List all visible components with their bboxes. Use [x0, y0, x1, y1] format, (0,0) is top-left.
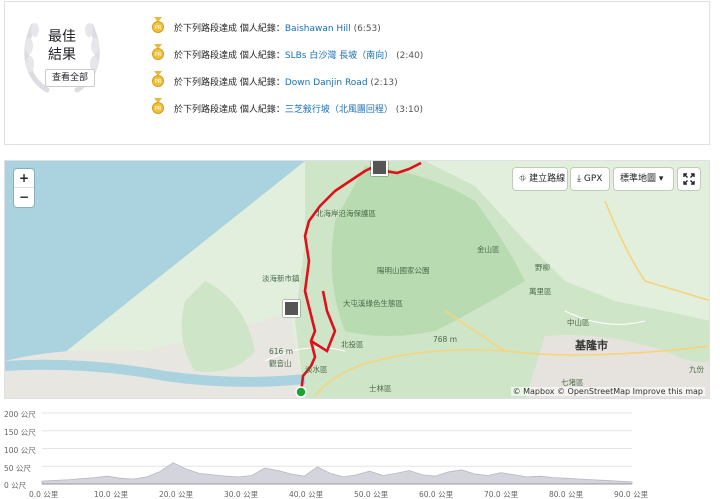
best-efforts-title-line1: 最佳	[48, 29, 76, 45]
map-place-label: 陽明山國家公園	[377, 266, 430, 275]
pr-medal-icon: PR	[152, 44, 164, 60]
zoom-in-button[interactable]: +	[14, 169, 34, 188]
elevation-y-label: 150 公尺	[4, 428, 36, 437]
map-place-label: 金山區	[477, 245, 500, 254]
map-attribution-link[interactable]: © Mapbox © OpenStreetMap Improve this ma…	[510, 387, 705, 396]
elevation-x-label: 50.0 公里	[354, 490, 389, 499]
elevation-x-label: 40.0 公里	[289, 490, 324, 499]
pr-time: (6:53)	[353, 24, 381, 34]
chevron-down-icon: ▾	[658, 174, 664, 184]
elevation-x-label: 30.0 公里	[224, 490, 259, 499]
pr-prefix: 於下列路段達成 個人紀錄：	[174, 105, 285, 115]
elevation-y-label: 50 公尺	[4, 464, 31, 473]
svg-text:PR: PR	[155, 79, 162, 85]
map-place-label: 淡海新市鎮	[262, 274, 300, 283]
map-place-label: 基隆市	[575, 339, 608, 352]
route-map[interactable]: 北海岸沿海保護區 金山區 野柳 萬里區 淡海新市鎮 陽明山國家公園 大屯溪綠色生…	[4, 160, 710, 399]
map-place-label: 北海岸沿海保護區	[316, 209, 376, 218]
download-icon: ⤓	[577, 174, 581, 184]
pr-segment-link[interactable]: Down Danjin Road	[285, 78, 368, 88]
map-style-select[interactable]: 標準地圖 ▾	[614, 168, 673, 190]
best-efforts-card: 最佳 結果 查看全部 PR 於下列路段達成 個人紀錄：Baishawan Hil…	[4, 1, 710, 145]
elevation-x-label: 70.0 公里	[484, 490, 519, 499]
fullscreen-button[interactable]	[678, 168, 700, 190]
elevation-x-label: 90.0 公里	[614, 490, 649, 499]
pr-segment-link[interactable]: Baishawan Hill	[285, 24, 351, 34]
activity-page: 最佳 結果 查看全部 PR 於下列路段達成 個人紀錄：Baishawan Hil…	[0, 0, 720, 499]
activity-photo-marker[interactable]	[283, 300, 300, 317]
route-icon: ⛗	[519, 174, 527, 184]
map-place-label: 中山區	[567, 318, 590, 327]
gpx-export-button[interactable]: ⤓ GPX	[571, 168, 609, 190]
pr-time: (2:40)	[396, 51, 424, 61]
map-place-label: 北投區	[341, 340, 364, 349]
elevation-chart[interactable]: 200 公尺 150 公尺 100 公尺 50 公尺 0 公尺 0.0 公里 1…	[0, 405, 720, 499]
gpx-label: GPX	[583, 174, 603, 184]
map-place-label: 士林區	[369, 384, 392, 393]
pr-medal-icon: PR	[152, 17, 164, 33]
pr-medal-icon: PR	[152, 98, 164, 114]
pr-medal-icon: PR	[152, 71, 164, 87]
svg-text:PR: PR	[155, 25, 162, 31]
map-place-label: 九份	[689, 365, 704, 374]
svg-text:PR: PR	[155, 52, 162, 58]
pr-prefix: 於下列路段達成 個人紀錄：	[174, 51, 285, 61]
map-zoom-control: + −	[14, 169, 34, 207]
map-place-label: 觀音山	[269, 359, 292, 368]
pr-segment-link[interactable]: 三芝敍行坡（北風團回程）	[285, 105, 393, 115]
pr-prefix: 於下列路段達成 個人紀錄：	[174, 78, 285, 88]
map-place-label: 616 m	[269, 347, 294, 356]
fullscreen-icon	[683, 173, 695, 185]
create-route-label: 建立路線	[529, 174, 566, 184]
map-place-label: 768 m	[433, 335, 458, 344]
map-place-label: 萬里區	[529, 287, 552, 296]
pr-time: (3:10)	[395, 105, 423, 115]
pr-time: (2:13)	[370, 78, 398, 88]
elevation-y-label: 100 公尺	[4, 446, 36, 455]
elevation-y-label: 0 公尺	[4, 481, 27, 490]
zoom-out-button[interactable]: −	[14, 188, 34, 207]
map-canvas[interactable]	[5, 161, 710, 399]
elevation-y-label: 200 公尺	[4, 410, 36, 419]
elevation-plot[interactable]	[0, 405, 720, 499]
elevation-x-label: 60.0 公里	[419, 490, 454, 499]
elevation-x-label: 0.0 公里	[29, 490, 59, 499]
pr-segment-link[interactable]: SLBs 白沙灣 長坡（南向）	[285, 51, 393, 61]
map-place-label: 大屯溪綠色生態區	[343, 299, 403, 308]
route-start-icon	[295, 386, 307, 398]
map-place-label: 淡水區	[305, 365, 328, 374]
svg-text:PR: PR	[155, 106, 162, 112]
activity-photo-marker[interactable]	[371, 161, 388, 176]
elevation-x-label: 20.0 公里	[159, 490, 194, 499]
elevation-x-label: 10.0 公里	[94, 490, 129, 499]
best-efforts-title-line2: 結果	[48, 47, 76, 63]
view-all-button[interactable]: 查看全部	[45, 69, 95, 87]
map-place-label: 野柳	[535, 263, 550, 272]
map-style-label: 標準地圖	[620, 174, 657, 184]
pr-prefix: 於下列路段達成 個人紀錄：	[174, 24, 285, 34]
create-route-button[interactable]: ⛗ 建立路線	[513, 168, 567, 190]
elevation-x-label: 80.0 公里	[549, 490, 584, 499]
